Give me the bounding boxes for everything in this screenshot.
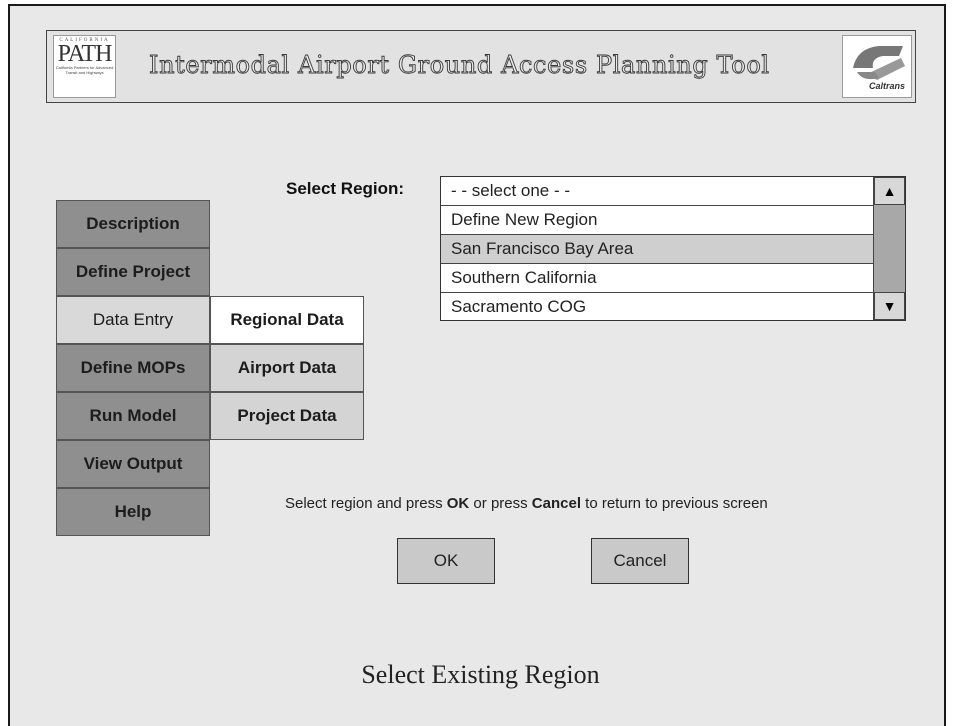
ok-button-label: OK: [433, 551, 459, 570]
ok-button[interactable]: OK: [397, 538, 495, 584]
instruction-ok: OK: [446, 495, 470, 512]
cancel-button[interactable]: Cancel: [591, 538, 689, 584]
region-option-sf-bay-area[interactable]: San Francisco Bay Area: [441, 235, 873, 264]
instruction-part: to return to previous screen: [581, 495, 768, 512]
nav-label: Help: [114, 502, 152, 521]
submenu-label: Airport Data: [237, 358, 337, 377]
nav-label: Define MOPs: [80, 358, 186, 377]
path-logo-subtitle: California Partners for Advanced Transit…: [55, 65, 114, 75]
nav-run-model[interactable]: Run Model: [56, 392, 210, 440]
region-listbox[interactable]: - - select one - - Define New Region San…: [440, 176, 906, 321]
nav-view-output[interactable]: View Output: [56, 440, 210, 488]
nav-label: Description: [86, 214, 180, 233]
nav-label: View Output: [83, 454, 183, 473]
region-option-placeholder[interactable]: - - select one - -: [441, 177, 873, 206]
instruction-part: Select region and press: [285, 495, 447, 512]
caltrans-logo: Caltrans: [842, 35, 912, 98]
nav-label: Define Project: [75, 262, 191, 281]
submenu-airport-data[interactable]: Airport Data: [210, 344, 364, 392]
nav-define-mops[interactable]: Define MOPs: [56, 344, 210, 392]
nav-data-entry[interactable]: Data Entry: [56, 296, 210, 344]
scroll-down-button[interactable]: ▼: [874, 292, 905, 320]
region-option-southern-california[interactable]: Southern California: [441, 264, 873, 293]
instruction-cancel: Cancel: [531, 495, 581, 512]
cancel-button-label: Cancel: [613, 551, 667, 570]
nav-help[interactable]: Help: [56, 488, 210, 536]
app-title: Intermodal Airport Ground Access Plannin…: [149, 51, 770, 80]
caltrans-logo-text: Caltrans: [868, 81, 905, 91]
nav-label: Data Entry: [92, 310, 174, 329]
nav-define-project[interactable]: Define Project: [56, 248, 210, 296]
instruction-part: or press: [469, 495, 532, 512]
submenu-label: Project Data: [237, 406, 337, 425]
region-option-sacramento-cog[interactable]: Sacramento COG: [441, 293, 873, 322]
path-logo-wordmark: PATH: [57, 41, 113, 67]
screen-title: Select Existing Region: [361, 660, 600, 689]
instruction-text: Select region and press OK or press Canc…: [285, 495, 768, 512]
submenu-label: Regional Data: [230, 310, 344, 329]
select-region-label: Select Region:: [286, 179, 405, 198]
nav-description[interactable]: Description: [56, 200, 210, 248]
triangle-up-icon: ▲: [882, 183, 897, 199]
header-banner: CALIFORNIA PATH California Partners for …: [46, 30, 916, 103]
path-logo: CALIFORNIA PATH California Partners for …: [53, 35, 116, 98]
listbox-scrollbar[interactable]: ▲ ▼: [873, 177, 905, 320]
scroll-up-button[interactable]: ▲: [874, 177, 905, 205]
region-option-define-new[interactable]: Define New Region: [441, 206, 873, 235]
submenu-project-data[interactable]: Project Data: [210, 392, 364, 440]
triangle-down-icon: ▼: [882, 298, 897, 314]
nav-label: Run Model: [89, 406, 177, 425]
submenu-regional-data[interactable]: Regional Data: [210, 296, 364, 344]
